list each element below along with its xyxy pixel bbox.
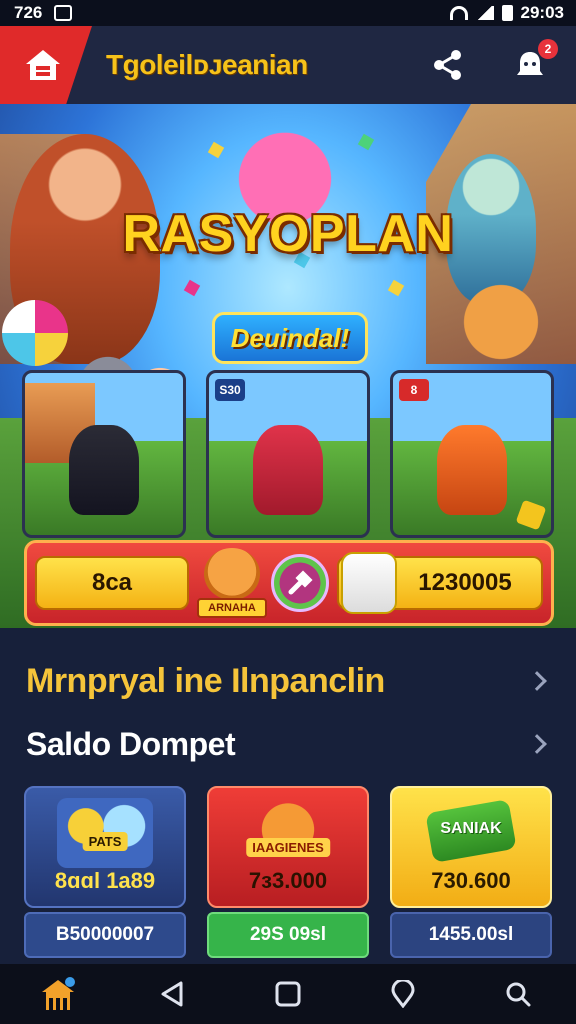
game-card[interactable]: S30: [206, 370, 370, 538]
chevron-right-icon: [527, 671, 547, 691]
wallet-cards: PATS 8ɑɑl 1a89 IAAGIENES 7з3.000 SANIAK …: [24, 786, 552, 908]
confetti-piece: [357, 133, 375, 151]
wallet-card-art-label: IAAGIENES: [246, 838, 330, 857]
wallet-card-value: 8ɑɑl 1a89: [54, 868, 156, 893]
game-card[interactable]: 8: [390, 370, 554, 538]
mascot-badge[interactable]: ARNAHA: [197, 548, 267, 618]
share-button[interactable]: [430, 47, 466, 83]
battery-icon: [501, 5, 513, 21]
wallet-card-art-label: PATS: [82, 832, 128, 851]
wifi-icon: [449, 6, 468, 20]
cat-mascot-icon: [240, 798, 336, 868]
bottom-nav: [0, 964, 576, 1024]
camera-notification-icon: [54, 5, 73, 21]
status-bar: 726 29:03: [0, 0, 576, 26]
hero-title: RASYOPLAN: [122, 205, 454, 263]
reward-left-pill[interactable]: 8ca: [35, 556, 189, 610]
promo-section-title: Mrnpryal ine Ilnpanclin: [26, 661, 385, 700]
game-card-character: [69, 424, 139, 515]
confetti-piece: [183, 279, 201, 297]
search-icon: [506, 982, 531, 1007]
game-card-character: [437, 424, 507, 515]
wrench-icon: [288, 570, 313, 595]
beach-ball-icon: [2, 300, 68, 366]
status-time-right: 29:03: [520, 3, 564, 22]
reward-bar: 8ca ARNAHA 1230005: [24, 540, 554, 626]
game-card[interactable]: [22, 370, 186, 538]
home-icon: [26, 50, 60, 80]
nav-back[interactable]: [149, 970, 197, 1018]
notification-button[interactable]: 2: [512, 39, 558, 83]
shop-home-icon: [41, 977, 75, 1010]
home-button[interactable]: [0, 26, 92, 104]
location-icon: [391, 980, 415, 1008]
mascot-label: ARNAHA: [197, 598, 267, 618]
nav-shop-home[interactable]: [34, 970, 82, 1018]
signal-icon: [475, 6, 494, 20]
wallet-card-value: 7з3.000: [248, 868, 328, 893]
chevron-right-icon: [527, 734, 547, 754]
nav-home[interactable]: [264, 970, 312, 1018]
app-bar: Tgoleilᴅᴊeanian 2: [0, 26, 576, 104]
game-cards: S30 8: [22, 370, 554, 538]
checkmark-icon: [515, 499, 547, 531]
nav-location[interactable]: [379, 970, 427, 1018]
promo-section-header[interactable]: Mrnpryal ine Ilnpanclin: [0, 656, 576, 706]
download-button[interactable]: Deuindal!: [212, 312, 368, 364]
wallet-section-header[interactable]: Saldo Dompet: [0, 719, 576, 769]
cat-mascot-icon: [204, 548, 260, 600]
hero-banner[interactable]: RASYOPLAN Deuindal! S30 8 8ca ARNAHA 123…: [0, 104, 576, 628]
share-icon: [434, 50, 461, 80]
balance-button[interactable]: 1455.00sl: [390, 912, 552, 958]
game-card-badge: 8: [399, 379, 429, 401]
balance-button[interactable]: B50000007: [24, 912, 186, 958]
wallet-section-title: Saldo Dompet: [26, 725, 236, 762]
reward-right-pill[interactable]: 1230005: [337, 552, 543, 614]
wallet-card-art-label: SANIAK: [440, 820, 502, 837]
game-card-character: [253, 424, 323, 515]
confetti-piece: [387, 279, 405, 297]
helmet-icon: [341, 552, 397, 614]
notification-badge: 2: [538, 39, 558, 59]
tool-button[interactable]: [271, 554, 329, 612]
hero-character-fox: [446, 282, 556, 382]
reward-right-value: 1230005: [418, 569, 512, 596]
square-icon: [275, 981, 301, 1007]
status-time-left: 726: [14, 3, 43, 22]
wallet-card[interactable]: PATS 8ɑɑl 1a89: [24, 786, 186, 908]
app-title: Tgoleilᴅᴊeanian: [106, 49, 308, 80]
nav-search[interactable]: [494, 970, 542, 1018]
balance-button[interactable]: 29S 09sl: [207, 912, 369, 958]
wallet-card-value: 730.600: [431, 868, 511, 893]
confetti-piece: [207, 141, 225, 159]
wallet-card[interactable]: IAAGIENES 7з3.000: [207, 786, 369, 908]
game-card-badge: S30: [215, 379, 245, 401]
back-icon: [161, 981, 183, 1007]
wallet-card[interactable]: SANIAK 730.600: [390, 786, 552, 908]
balance-row: B50000007 29S 09sl 1455.00sl: [24, 912, 552, 958]
